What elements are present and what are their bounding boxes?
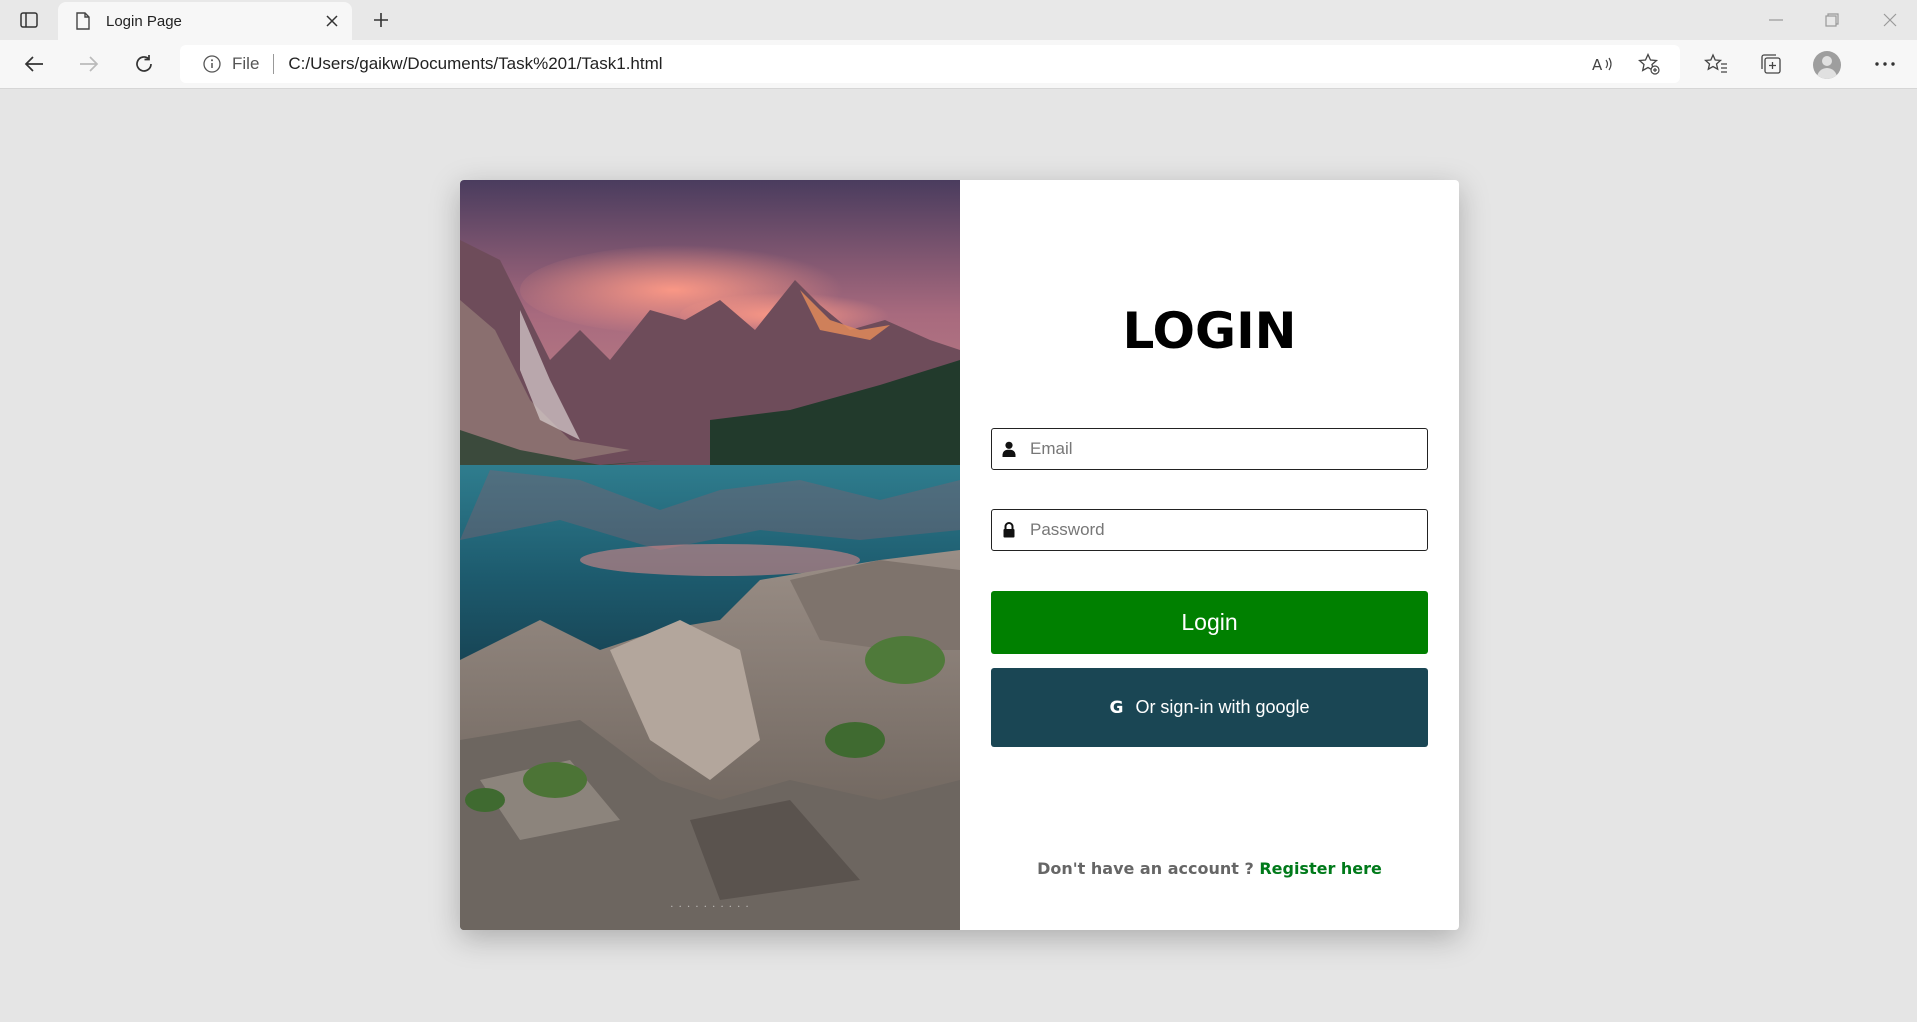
register-link[interactable]: Register here: [1259, 859, 1382, 878]
back-arrow-icon[interactable]: [18, 48, 50, 80]
plus-icon[interactable]: [367, 6, 395, 34]
read-aloud-icon[interactable]: A: [1588, 49, 1618, 79]
avatar-body: [1817, 68, 1837, 79]
email-input[interactable]: [1030, 429, 1420, 469]
email-field[interactable]: [991, 428, 1428, 470]
password-field[interactable]: [991, 509, 1428, 551]
url-scheme: File: [232, 54, 260, 73]
restore-icon[interactable]: [1812, 6, 1852, 34]
google-signin-label: Or sign-in with google: [1135, 697, 1310, 717]
close-icon[interactable]: [318, 7, 346, 35]
login-title: LOGIN: [1122, 302, 1297, 360]
google-icon: G: [1109, 697, 1124, 718]
register-line: Don't have an account ? Register here: [960, 859, 1459, 878]
browser-tab[interactable]: Login Page: [58, 2, 352, 40]
sidebar-toggle-icon[interactable]: [18, 9, 40, 31]
svg-text:A: A: [1592, 56, 1603, 73]
tab-title: Login Page: [106, 12, 182, 30]
address-bar: File C:/Users/gaikw/Documents/Task%201/T…: [0, 40, 1917, 89]
url-divider: [273, 54, 275, 74]
profile-avatar[interactable]: [1813, 51, 1841, 79]
register-prompt: Don't have an account ?: [1037, 859, 1254, 878]
google-signin-button[interactable]: G Or sign-in with google: [991, 668, 1428, 747]
favorites-icon[interactable]: [1700, 48, 1732, 80]
login-card: · · · · · · · · · · LOGIN Login G Or sig…: [460, 180, 1459, 930]
avatar-head: [1822, 56, 1832, 66]
forward-arrow-icon[interactable]: [73, 48, 105, 80]
info-icon[interactable]: [202, 54, 222, 74]
add-favorite-icon[interactable]: [1634, 49, 1664, 79]
page-icon: [74, 11, 92, 31]
close-window-icon[interactable]: [1870, 6, 1910, 34]
lock-icon: [1001, 521, 1017, 539]
url-text[interactable]: C:/Users/gaikw/Documents/Task%201/Task1.…: [288, 54, 1588, 74]
refresh-icon[interactable]: [128, 48, 160, 80]
landscape-photo: · · · · · · · · · ·: [460, 180, 960, 930]
login-button[interactable]: Login: [991, 591, 1428, 654]
collections-icon[interactable]: [1755, 48, 1787, 80]
photo-watermark: · · · · · · · · · ·: [670, 902, 750, 913]
login-form: LOGIN Login G Or sign-in with google Don…: [960, 180, 1459, 930]
more-icon[interactable]: [1869, 48, 1901, 80]
minimize-icon[interactable]: [1756, 6, 1796, 34]
password-input[interactable]: [1030, 510, 1420, 550]
url-field[interactable]: File C:/Users/gaikw/Documents/Task%201/T…: [180, 45, 1680, 83]
tab-bar: Login Page: [0, 0, 1917, 40]
user-icon: [1001, 440, 1017, 458]
